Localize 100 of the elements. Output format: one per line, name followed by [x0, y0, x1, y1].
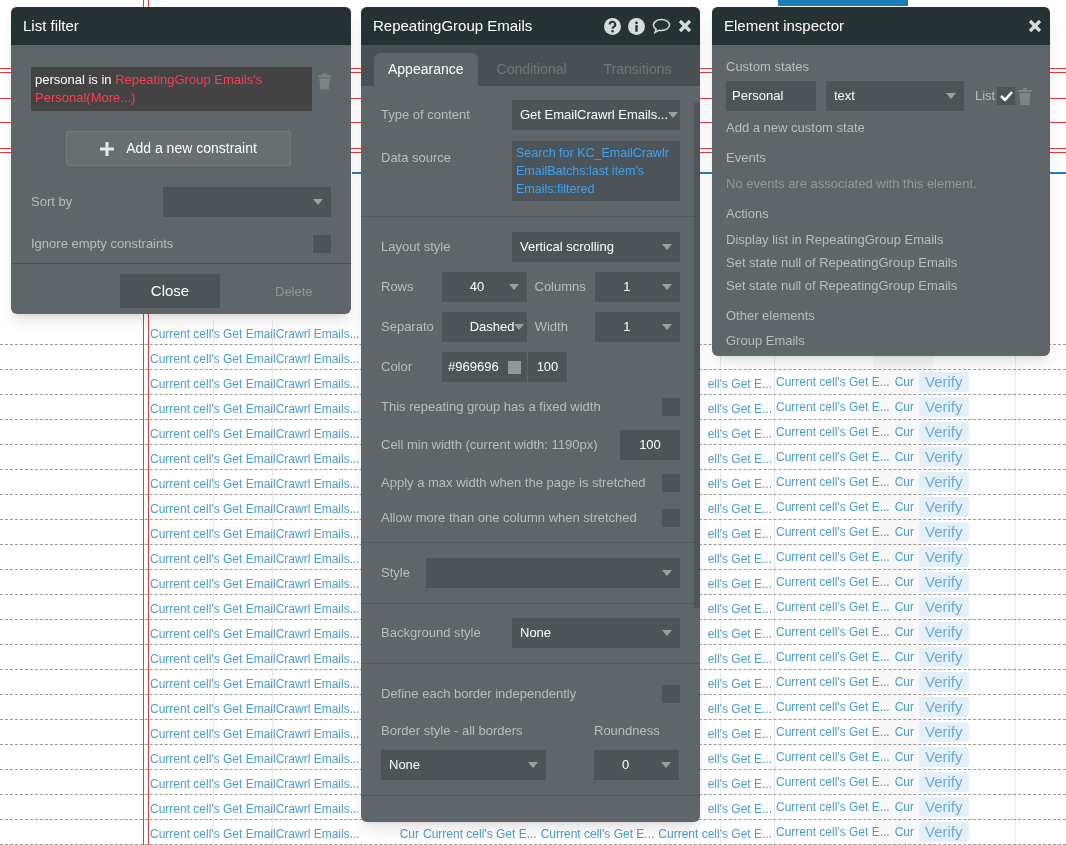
dropdown[interactable] — [426, 558, 680, 588]
verify-button[interactable]: Verify — [919, 772, 969, 792]
canvas-text: Cur — [894, 724, 914, 741]
verify-button[interactable]: Verify — [919, 622, 969, 642]
verify-button[interactable]: Verify — [919, 597, 969, 617]
canvas-text: Cur — [894, 374, 914, 391]
field-label: Separato — [381, 318, 435, 337]
dropdown[interactable]: 1 — [595, 272, 680, 302]
canvas-text: ell's Get E... — [707, 601, 772, 618]
close-icon[interactable] — [678, 19, 692, 33]
canvas-text: Current cell's Get EmailCrawrl Emails... — [150, 651, 360, 668]
checkbox[interactable] — [997, 87, 1016, 105]
verify-button[interactable]: Verify — [919, 672, 969, 692]
verify-button[interactable]: Verify — [919, 572, 969, 592]
state-name-field[interactable]: Personal — [726, 81, 816, 111]
canvas-text: Cur — [894, 774, 914, 791]
canvas-text: Current cell's Get EmailCrawrl Emails... — [150, 451, 360, 468]
dropdown[interactable]: Get EmailCrawrl Emails... — [512, 100, 680, 130]
section-label: Other elements — [726, 307, 816, 325]
opacity-field[interactable]: 100 — [528, 352, 567, 382]
field-label: Roundness — [594, 721, 660, 740]
canvas-text: ell's Get E... — [707, 401, 772, 418]
verify-button[interactable]: Verify — [919, 497, 969, 517]
field-label: Sort by — [31, 193, 73, 212]
canvas-text: Cur — [894, 499, 914, 516]
canvas-text: Current cell's Get EmailCrawrl Emails... — [150, 801, 360, 818]
verify-button[interactable]: Verify — [919, 822, 969, 842]
canvas-text: Cur — [894, 649, 914, 666]
field-label: List — [975, 87, 996, 105]
close-button[interactable]: Close — [120, 274, 220, 309]
field-label: Style — [381, 564, 410, 583]
canvas-text: Current cell's Get E... — [776, 824, 890, 841]
caret-icon — [313, 199, 323, 205]
canvas-text: Current cell's Get E... — [776, 574, 890, 591]
canvas-text: ell's Get E... — [707, 801, 772, 818]
verify-button[interactable]: Verify — [919, 522, 969, 542]
element-link[interactable]: Group Emails — [726, 332, 1036, 350]
verify-button[interactable]: Verify — [919, 697, 969, 717]
action-link[interactable]: Set state null of RepeatingGroup Emails — [726, 254, 1036, 272]
verify-button[interactable]: Verify — [919, 647, 969, 667]
action-link[interactable]: Set state null of RepeatingGroup Emails — [726, 277, 1036, 295]
number-field[interactable]: 100 — [620, 430, 680, 460]
verify-button[interactable]: Verify — [919, 422, 969, 442]
panel-title: RepeatingGroup Emails — [373, 15, 533, 36]
canvas-text: Current cell's Get EmailCrawrl Emails... — [150, 476, 360, 493]
speech-bubble-icon[interactable] — [652, 18, 671, 34]
dropdown[interactable]: None — [381, 750, 546, 780]
section-label: Events — [726, 149, 767, 167]
verify-button[interactable]: Verify — [919, 547, 969, 567]
info-icon[interactable] — [628, 17, 645, 35]
canvas-text: Current cell's Get EmailCrawrl Emails... — [150, 576, 360, 593]
caret-icon — [528, 762, 538, 768]
constraint-expression[interactable]: personal is in RepeatingGroup Emails's Personal(More...) — [31, 67, 312, 111]
canvas-text: Cur — [894, 799, 914, 816]
data-source-expression[interactable]: Search for KC_EmailCrawlr EmailBatchs:last item's Emails:filtered — [512, 141, 680, 201]
caret-icon — [662, 284, 672, 290]
add-constraint-button[interactable]: Add a new constraint — [66, 131, 291, 166]
canvas-text: Current cell's Get E... — [776, 749, 890, 766]
canvas-text: Cur — [399, 826, 419, 843]
add-state-link[interactable]: Add a new custom state — [726, 119, 1036, 137]
verify-button[interactable]: Verify — [919, 722, 969, 742]
dropdown[interactable]: 40 — [441, 272, 527, 302]
action-link[interactable]: Display list in RepeatingGroup Emails — [726, 231, 1036, 249]
canvas-text: Current cell's Get EmailCrawrl Emails... — [150, 351, 360, 368]
dropdown[interactable]: Vertical scrolling — [512, 232, 680, 262]
plus-icon — [100, 141, 115, 156]
verify-button[interactable]: Verify — [919, 447, 969, 467]
canvas-text: ell's Get E... — [707, 576, 772, 593]
canvas-text: Current cell's Get E... — [776, 724, 890, 741]
canvas-text: Cur — [894, 574, 914, 591]
color-field[interactable]: #969696 — [442, 352, 527, 382]
caret-icon — [662, 630, 672, 636]
dropdown[interactable]: text — [826, 81, 964, 111]
trash-icon — [317, 73, 331, 90]
verify-button[interactable]: Verify — [919, 797, 969, 817]
dropdown[interactable]: None — [512, 618, 680, 648]
canvas-text: Cur — [894, 624, 914, 641]
verify-button[interactable]: Verify — [919, 397, 969, 417]
canvas-text: Current cell's Get EmailCrawrl Emails... — [150, 676, 360, 693]
canvas-text: Current cell's Get EmailCrawrl Emails... — [150, 426, 360, 443]
dropdown[interactable]: 1 — [595, 312, 680, 342]
field-label: Type of content — [381, 106, 470, 125]
verify-button[interactable]: Verify — [919, 747, 969, 767]
canvas-text: Cur — [894, 749, 914, 766]
canvas-text: Current cell's Get E... — [776, 499, 890, 516]
verify-button[interactable]: Verify — [919, 372, 969, 392]
dropdown[interactable]: 0 — [594, 750, 679, 780]
canvas-text: Current cell's Get E... — [776, 474, 890, 491]
dropdown[interactable]: Dashed — [441, 312, 527, 342]
canvas-text: Current cell's Get EmailCrawrl Emails... — [150, 626, 360, 643]
canvas-text: ell's Get E... — [707, 551, 772, 568]
tab[interactable]: Appearance — [374, 53, 478, 86]
dropdown[interactable] — [163, 187, 331, 217]
canvas-text: ell's Get E... — [707, 776, 772, 793]
canvas-text: Cur — [894, 424, 914, 441]
close-icon[interactable] — [1028, 19, 1042, 33]
canvas-text: Current cell's Get E... — [540, 826, 655, 843]
verify-button[interactable]: Verify — [919, 472, 969, 492]
help-icon[interactable] — [604, 17, 621, 35]
canvas-text: Current cell's Get EmailCrawrl Emails... — [150, 376, 360, 393]
